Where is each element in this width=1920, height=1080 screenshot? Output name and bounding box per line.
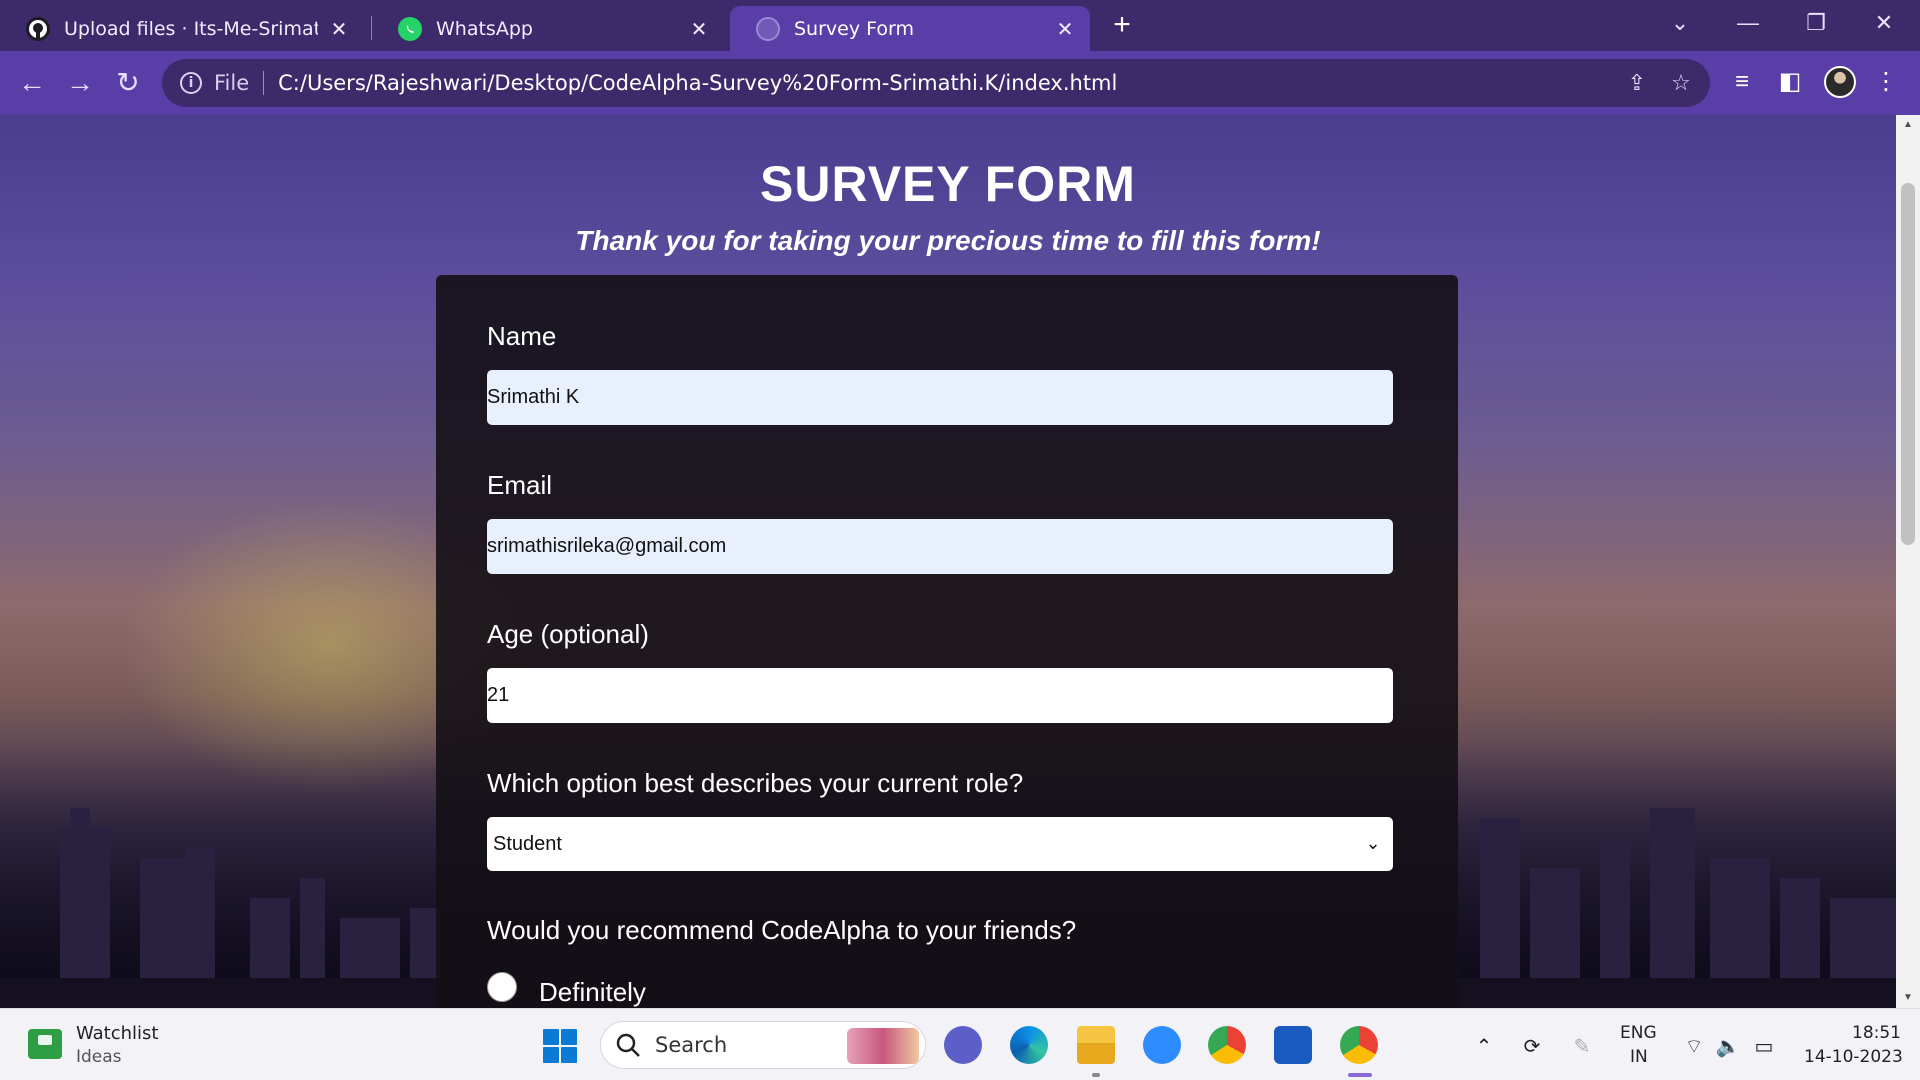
wifi-icon[interactable]: ⌔ bbox=[1680, 1033, 1708, 1061]
tab-survey-form[interactable]: Survey Form ✕ bbox=[730, 6, 1090, 51]
back-arrow-icon[interactable]: ← bbox=[14, 65, 50, 101]
zoom-icon[interactable] bbox=[1143, 1026, 1181, 1064]
tab-title: Survey Form bbox=[794, 17, 914, 40]
github-icon bbox=[26, 16, 50, 41]
new-tab-button[interactable]: + bbox=[1106, 10, 1138, 42]
scroll-up-arrow-icon[interactable]: ▲ bbox=[1902, 119, 1914, 131]
search-highlight-image bbox=[847, 1028, 919, 1064]
language-indicator[interactable]: ENG bbox=[1620, 1023, 1657, 1043]
clock-date: 14-10-2023 bbox=[1804, 1047, 1903, 1067]
close-tab-icon[interactable]: ✕ bbox=[328, 17, 350, 41]
profile-avatar[interactable] bbox=[1824, 66, 1856, 98]
sync-icon[interactable]: ⟳ bbox=[1518, 1033, 1546, 1061]
reading-list-icon[interactable]: ≡ bbox=[1726, 66, 1758, 98]
page-scrollbar[interactable]: ▲ ▼ bbox=[1896, 115, 1920, 1008]
browser-toolbar: ← → ↻ i File C:/Users/Rajeshwari/Desktop… bbox=[0, 51, 1920, 115]
close-tab-icon[interactable]: ✕ bbox=[688, 17, 710, 41]
age-label: Age (optional) bbox=[487, 619, 649, 649]
file-explorer-icon[interactable] bbox=[1077, 1026, 1115, 1064]
bookmark-star-icon[interactable]: ☆ bbox=[1668, 71, 1694, 97]
page-subtitle: Thank you for taking your precious time … bbox=[575, 225, 1321, 256]
battery-icon[interactable]: ▭ bbox=[1750, 1033, 1778, 1061]
radio-definitely[interactable] bbox=[487, 972, 517, 1002]
globe-icon bbox=[756, 16, 780, 41]
tab-title: WhatsApp bbox=[436, 17, 533, 40]
page-viewport: SURVEY FORM Thank you for taking your pr… bbox=[0, 115, 1896, 1008]
share-icon[interactable]: ⇪ bbox=[1624, 71, 1650, 97]
url-divider bbox=[263, 71, 265, 95]
windows-taskbar: Watchlist Ideas Search ⌃ ⟳ ✎ ENG IN ⌔ 🔈 … bbox=[0, 1008, 1920, 1080]
scrollbar-thumb[interactable] bbox=[1901, 183, 1915, 545]
taskbar-search-box[interactable]: Search bbox=[600, 1021, 926, 1069]
email-input[interactable]: srimathisrileka@gmail.com bbox=[487, 519, 1393, 574]
word-icon[interactable] bbox=[1274, 1026, 1312, 1064]
windows-start-icon[interactable] bbox=[543, 1029, 577, 1063]
tab-upload-files[interactable]: Upload files · Its-Me-Srimathi/Co ✕ bbox=[0, 6, 364, 51]
stocks-widget-icon[interactable] bbox=[28, 1029, 62, 1059]
name-input[interactable]: Srimathi K bbox=[487, 370, 1393, 425]
pen-menu-icon[interactable]: ✎ bbox=[1568, 1033, 1596, 1061]
url-text: C:/Users/Rajeshwari/Desktop/CodeAlpha-Su… bbox=[278, 71, 1118, 95]
role-select[interactable]: Student ⌄ bbox=[487, 817, 1393, 871]
chrome-icon[interactable] bbox=[1208, 1026, 1246, 1064]
radio-label-definitely: Definitely bbox=[539, 977, 646, 1007]
close-window-icon[interactable]: ✕ bbox=[1854, 6, 1914, 40]
tab-search-chevron-icon[interactable]: ⌄ bbox=[1650, 6, 1710, 40]
tray-chevron-up-icon[interactable]: ⌃ bbox=[1470, 1033, 1498, 1061]
role-label: Which option best describes your current… bbox=[487, 768, 1024, 798]
widget-subtitle: Ideas bbox=[76, 1047, 122, 1067]
url-scheme: File bbox=[214, 71, 250, 95]
minimize-icon[interactable]: — bbox=[1718, 6, 1778, 40]
forward-arrow-icon[interactable]: → bbox=[62, 65, 98, 101]
chrome-active-icon[interactable] bbox=[1340, 1026, 1378, 1064]
recommend-label: Would you recommend CodeAlpha to your fr… bbox=[487, 915, 1077, 945]
search-placeholder: Search bbox=[655, 1033, 728, 1057]
whatsapp-icon bbox=[398, 16, 422, 41]
page-title: SURVEY FORM bbox=[760, 156, 1136, 212]
active-app-indicator bbox=[1348, 1073, 1372, 1077]
name-label: Name bbox=[487, 321, 557, 351]
edge-icon[interactable] bbox=[1010, 1026, 1048, 1064]
chevron-down-icon: ⌄ bbox=[1365, 833, 1381, 853]
tab-title: Upload files · Its-Me-Srimathi/Co bbox=[64, 17, 318, 40]
clock-time[interactable]: 18:51 bbox=[1852, 1023, 1901, 1043]
tab-strip: Upload files · Its-Me-Srimathi/Co ✕ What… bbox=[0, 0, 1920, 51]
search-icon bbox=[616, 1033, 640, 1057]
info-icon[interactable]: i bbox=[180, 72, 202, 94]
running-indicator bbox=[1092, 1073, 1100, 1077]
role-selected-value: Student bbox=[493, 832, 562, 855]
address-bar[interactable]: i File C:/Users/Rajeshwari/Desktop/CodeA… bbox=[162, 59, 1710, 107]
tab-whatsapp[interactable]: WhatsApp ✕ bbox=[372, 6, 724, 51]
survey-form-card: Name Srimathi K Email srimathisrileka@gm… bbox=[436, 275, 1458, 1008]
email-label: Email bbox=[487, 470, 553, 500]
menu-kebab-icon[interactable]: ⋮ bbox=[1870, 66, 1902, 98]
volume-icon[interactable]: 🔈 bbox=[1714, 1033, 1742, 1061]
restore-icon[interactable]: ❐ bbox=[1786, 6, 1846, 40]
scroll-down-arrow-icon[interactable]: ▼ bbox=[1902, 992, 1914, 1004]
widget-title[interactable]: Watchlist bbox=[76, 1023, 158, 1044]
side-panel-icon[interactable]: ◧ bbox=[1774, 66, 1806, 98]
region-indicator: IN bbox=[1630, 1047, 1648, 1067]
close-tab-icon[interactable]: ✕ bbox=[1054, 17, 1076, 41]
reload-icon[interactable]: ↻ bbox=[110, 65, 146, 101]
teams-icon[interactable] bbox=[944, 1026, 982, 1064]
age-input[interactable]: 21 bbox=[487, 668, 1393, 723]
